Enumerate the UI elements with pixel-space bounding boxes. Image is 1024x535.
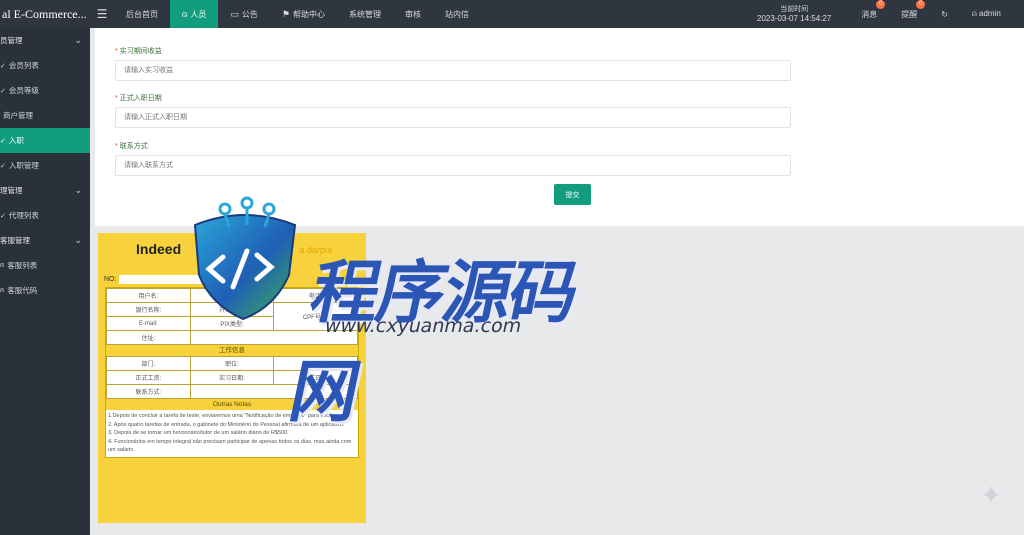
top-bar: al E-Commerce... ☰ 后台首页 ⍝ 人员 ▭ 公告 ⚑ 帮助中心 系统… bbox=[0, 0, 1024, 28]
nav-item-system[interactable]: 系统管理 bbox=[337, 0, 393, 28]
chevron-down-icon: ⌄ bbox=[74, 35, 82, 45]
form-card: *实习期间收益 *正式入职日期 *联系方式 提交 bbox=[95, 28, 1024, 226]
nav-item-mail[interactable]: 站内信 bbox=[433, 0, 481, 28]
top-right: 当前时间 2023-03-07 14:54:27 消息 0 提醒 0 ↻ ⍝ adm… bbox=[757, 0, 1024, 28]
sparkle-icon: ✦ bbox=[980, 480, 1002, 510]
doc-subtitle: a darpui bbox=[299, 245, 332, 255]
sidebar-item-member-list[interactable]: ✓ 会员列表 bbox=[0, 53, 90, 78]
nav-item-home[interactable]: 后台首页 bbox=[114, 0, 170, 28]
sidebar-item-service-code[interactable]: ⍝ 客服代码 bbox=[0, 278, 90, 303]
field-join-date: * 正式入职日期 bbox=[115, 93, 791, 128]
doc-no-label: NO: bbox=[104, 275, 117, 283]
flag-icon: ⚑ bbox=[281, 8, 290, 19]
nav-item-notice[interactable]: ▭ 公告 bbox=[218, 0, 270, 28]
notices-button[interactable]: 提醒 0 bbox=[889, 0, 929, 20]
notes-heading: Outras Notas bbox=[106, 399, 358, 410]
user-menu[interactable]: ⍝ admin bbox=[960, 9, 1024, 19]
doc-title: Indeed bbox=[136, 241, 182, 257]
notices-badge: 0 bbox=[916, 0, 926, 9]
nav-item-audit[interactable]: 审核 bbox=[393, 0, 433, 28]
sidebar-group-members[interactable]: 员管理 ⌄ bbox=[0, 28, 90, 53]
chevron-down-icon: ⌄ bbox=[74, 185, 82, 195]
field-contact: * 联系方式 bbox=[115, 141, 791, 176]
sidebar-group-service[interactable]: 客服管理 ⌄ bbox=[0, 228, 90, 253]
messages-badge: 0 bbox=[876, 0, 886, 9]
sidebar-group-agents[interactable]: 理管理 ⌄ bbox=[0, 178, 90, 203]
sidebar-item-onboarding-manage[interactable]: ✓ 入职管理 bbox=[0, 153, 90, 178]
sidebar: 员管理 ⌄ ✓ 会员列表 ✓ 会员等级 商户管理 ✓ 入职 ✓ 入职管理 理管理 ⌄ ✓ 代理… bbox=[0, 28, 90, 535]
nav-item-people[interactable]: ⍝ 人员 bbox=[170, 0, 219, 28]
sidebar-item-merchant[interactable]: 商户管理 bbox=[0, 103, 90, 128]
messages-button[interactable]: 消息 0 bbox=[849, 0, 889, 20]
doc-table: 用户名: 电话: 银行名称: 开户账户: CPF号码: E-mail: PIX类型: 住… bbox=[105, 287, 359, 458]
work-info-heading: 工作信息 bbox=[106, 345, 358, 356]
menu-toggle-icon[interactable]: ☰ bbox=[90, 7, 114, 21]
indeed-form-image: Indeed a darpui NO: 用户名: 电话: 银行名称: 开户账户: CPF… bbox=[98, 233, 366, 523]
nav-item-help[interactable]: ⚑ 帮助中心 bbox=[270, 0, 337, 28]
refresh-icon[interactable]: ↻ bbox=[929, 10, 960, 19]
notes-text: 1.Depois de concluir a tarefa de teste, … bbox=[108, 413, 352, 453]
person-icon: ⍝ bbox=[182, 8, 188, 19]
sidebar-item-member-level[interactable]: ✓ 会员等级 bbox=[0, 78, 90, 103]
sidebar-item-agent-list[interactable]: ✓ 代理列表 bbox=[0, 203, 90, 228]
clock: 当前时间 2023-03-07 14:54:27 bbox=[757, 6, 832, 23]
chevron-down-icon: ⌄ bbox=[74, 235, 82, 245]
contact-input[interactable] bbox=[115, 155, 791, 176]
submit-button[interactable]: 提交 bbox=[554, 184, 591, 205]
top-nav: 后台首页 ⍝ 人员 ▭ 公告 ⚑ 帮助中心 系统管理 审核 站内信 bbox=[114, 0, 481, 28]
sidebar-item-service-list[interactable]: ⍝ 客服列表 bbox=[0, 253, 90, 278]
intern-income-input[interactable] bbox=[115, 60, 791, 81]
sidebar-item-onboarding[interactable]: ✓ 入职 bbox=[0, 128, 90, 153]
app-brand: al E-Commerce... bbox=[2, 6, 87, 21]
field-intern-income: * 实习期间收益 bbox=[115, 46, 791, 81]
join-date-input[interactable] bbox=[115, 107, 791, 128]
notice-icon: ▭ bbox=[230, 8, 239, 19]
